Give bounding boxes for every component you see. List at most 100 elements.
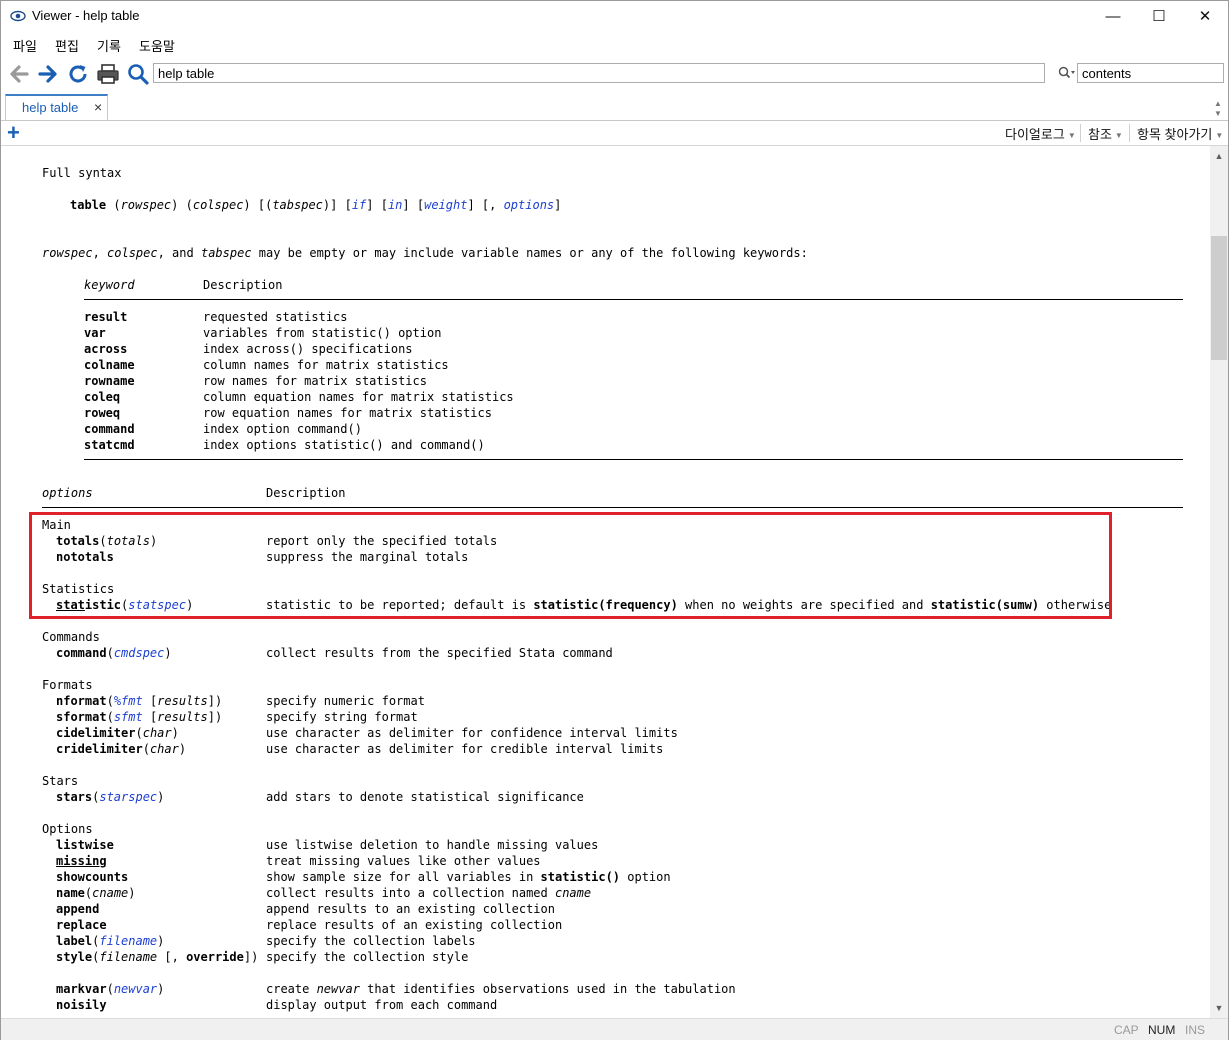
link-options[interactable]: options: [504, 198, 555, 212]
opt-command[interactable]: command(cmdspec): [56, 645, 172, 661]
dialog-caret-icon: ▼: [1067, 131, 1076, 141]
opt-append[interactable]: append: [56, 901, 99, 917]
dialog-dropdown[interactable]: 다이얼로그 ▼: [1005, 124, 1076, 143]
separator: [1129, 124, 1130, 142]
dialog-label: 다이얼로그: [1005, 127, 1065, 142]
kw-header-rule: [84, 299, 1183, 300]
opt-label[interactable]: label(filename): [56, 933, 164, 949]
search-input[interactable]: contents: [1077, 63, 1224, 83]
tab-scroll: ▲ ▼: [1210, 93, 1228, 121]
search-icon[interactable]: [126, 62, 150, 86]
opt-stars[interactable]: stars(starspec): [56, 789, 164, 805]
opt-sformat[interactable]: sformat(sfmt [results]): [56, 709, 222, 725]
opt-listwise-desc: use listwise deletion to handle missing …: [266, 838, 599, 852]
link-if[interactable]: if: [352, 198, 366, 212]
tab-scroll-down-icon[interactable]: ▼: [1214, 109, 1222, 118]
syntax-tabspec: tabspec: [272, 198, 323, 212]
tab-scroll-up-icon[interactable]: ▲: [1214, 99, 1222, 108]
opt-replace[interactable]: replace: [56, 917, 107, 933]
kw-command-desc: index option command(): [203, 422, 362, 436]
opt-replace-desc: replace results of an existing collectio…: [266, 918, 563, 932]
jump-to-label: 항목 찾아가기: [1137, 127, 1213, 142]
forward-arrow-icon[interactable]: [36, 62, 60, 86]
syntax-colspec: colspec: [192, 198, 244, 212]
opt-cridelimiter[interactable]: cridelimiter(char): [56, 741, 186, 757]
opt-name-desc: collect results into a collection named …: [266, 886, 592, 900]
intro-rest: may be empty or may include variable nam…: [251, 246, 808, 260]
close-button[interactable]: ✕: [1182, 1, 1228, 31]
intro-rowspec: rowspec: [42, 246, 93, 260]
close-icon: ✕: [1198, 8, 1212, 25]
opt-noisily[interactable]: noisily: [56, 997, 107, 1013]
scroll-down-icon[interactable]: ▼: [1210, 1000, 1228, 1016]
menu-file[interactable]: 파일: [13, 36, 37, 55]
kw-command: command: [84, 422, 135, 436]
viewer-window: Viewer - help table — ☐ ✕ 파일 편집 기록 도움말 h: [0, 0, 1229, 1040]
opt-label-desc: specify the collection labels: [266, 934, 476, 948]
tab-strip: help table ×: [1, 93, 1228, 121]
see-also-label: 참조: [1088, 127, 1112, 142]
menu-edit[interactable]: 편집: [55, 36, 79, 55]
see-also-dropdown[interactable]: 참조 ▼: [1088, 124, 1123, 143]
kw-result: result: [84, 310, 128, 324]
maximize-button[interactable]: ☐: [1136, 1, 1182, 31]
opt-style[interactable]: style(filename [, override]): [56, 949, 258, 965]
opt-listwise[interactable]: listwise: [56, 837, 114, 853]
intro-text: rowspec, colspec, and tabspec may be emp…: [42, 246, 808, 260]
help-content: Full syntax table (rowspec) (colspec) [(…: [1, 146, 1210, 1018]
scroll-thumb[interactable]: [1211, 236, 1227, 360]
syntax-command: table: [70, 198, 107, 212]
opt-name[interactable]: name(cname): [56, 885, 136, 901]
kw-roweq-desc: row equation names for matrix statistics: [203, 406, 492, 420]
status-bar: CAP NUM INS: [1, 1018, 1228, 1040]
refresh-icon[interactable]: [66, 62, 90, 86]
back-arrow-icon[interactable]: [7, 62, 31, 86]
see-also-caret-icon: ▼: [1114, 131, 1123, 141]
kw-result-desc: requested statistics: [203, 310, 348, 324]
kw-across-desc: index across() specifications: [203, 342, 413, 356]
link-in[interactable]: in: [388, 198, 402, 212]
opt-missing[interactable]: missing: [56, 853, 107, 869]
minimize-button[interactable]: —: [1090, 1, 1136, 31]
opt-markvar[interactable]: markvar(newvar): [56, 981, 164, 997]
tab-close-icon[interactable]: ×: [94, 99, 102, 115]
new-tab-plus-icon[interactable]: +: [7, 121, 20, 145]
opt-header-description: Description: [266, 486, 346, 500]
kw-rowname: rowname: [84, 374, 135, 388]
opt-nformat[interactable]: nformat(%fmt [results]): [56, 693, 222, 709]
tab-help-table[interactable]: help table ×: [5, 94, 108, 120]
kw-statcmd: statcmd: [84, 438, 135, 452]
kw-colname-desc: column names for matrix statistics: [203, 358, 449, 372]
jump-to-dropdown[interactable]: 항목 찾아가기 ▼: [1137, 124, 1223, 143]
kw-across: across: [84, 342, 128, 356]
scroll-up-icon[interactable]: ▲: [1210, 148, 1228, 164]
menu-history[interactable]: 기록: [97, 36, 121, 55]
syntax-line: table (rowspec) (colspec) [(tabspec)] [i…: [70, 198, 562, 212]
kw-statcmd-desc: index options statistic() and command(): [203, 438, 485, 452]
kw-header-keyword: keyword: [84, 278, 135, 292]
address-input[interactable]: help table: [153, 63, 1045, 83]
vertical-scrollbar[interactable]: ▲ ▼: [1210, 146, 1228, 1018]
intro-tabspec: tabspec: [200, 246, 252, 260]
group-commands: Commands: [42, 630, 100, 644]
jump-to-caret-icon: ▼: [1215, 131, 1224, 141]
kw-rowname-desc: row names for matrix statistics: [203, 374, 427, 388]
kw-roweq: roweq: [84, 406, 121, 420]
opt-cridelimiter-desc: use character as delimiter for credible …: [266, 742, 664, 756]
status-cap: CAP: [1114, 1023, 1139, 1037]
eye-icon: [10, 10, 26, 22]
link-weight[interactable]: weight: [424, 198, 467, 212]
kw-var: var: [84, 326, 106, 340]
opt-header-rule: [42, 507, 1183, 508]
heading-full-syntax: Full syntax: [42, 166, 122, 180]
search-dropdown-icon[interactable]: [1058, 66, 1076, 80]
opt-cidelimiter[interactable]: cidelimiter(char): [56, 725, 179, 741]
tab-label: help table: [22, 100, 79, 115]
print-icon[interactable]: [96, 62, 120, 86]
kw-coleq: coleq: [84, 390, 121, 404]
window-title: Viewer - help table: [32, 8, 140, 23]
opt-showcounts[interactable]: showcounts: [56, 869, 128, 885]
opt-sformat-desc: specify string format: [266, 710, 418, 724]
menu-help[interactable]: 도움말: [139, 36, 175, 55]
group-stars: Stars: [42, 774, 79, 788]
